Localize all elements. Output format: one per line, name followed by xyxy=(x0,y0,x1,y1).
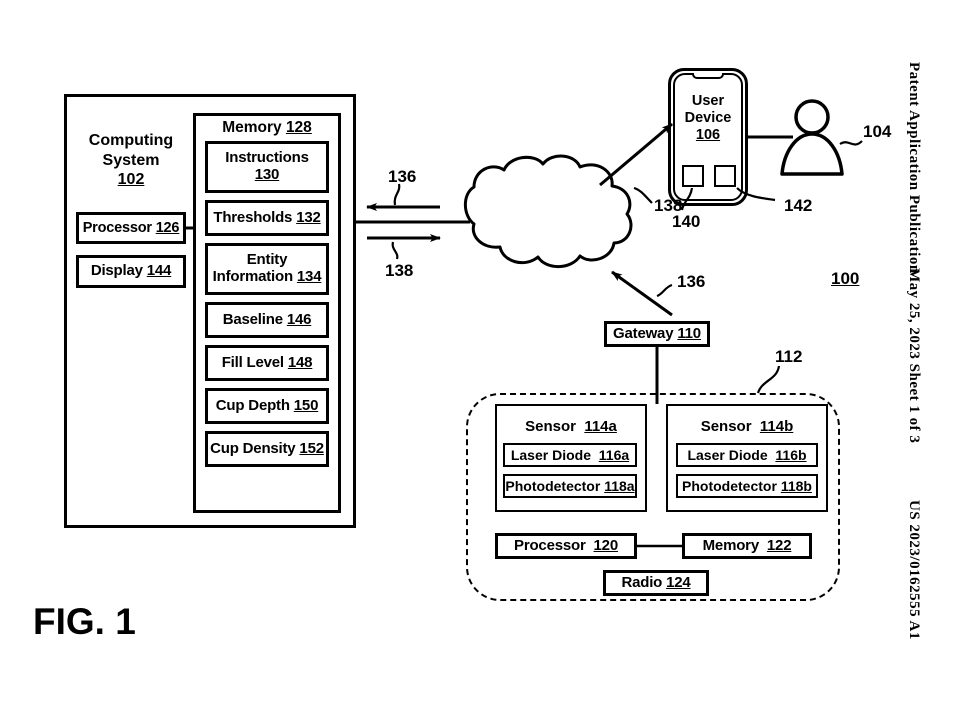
memory-item-entity-label-line1: Entity xyxy=(246,251,288,269)
memory-122-ref: 122 xyxy=(766,536,792,554)
memory-item-entity-ref: 134 xyxy=(296,268,322,285)
user-device-button-142[interactable] xyxy=(714,165,736,187)
laser-diode-116a-ref: 116a xyxy=(598,447,630,463)
photodetector-118a-ref: 118a xyxy=(604,478,635,494)
memory-128-title: Memory 128 xyxy=(193,119,341,137)
ref-100-system: 100 xyxy=(831,269,860,288)
sensor-114b-title: Sensor 114b xyxy=(666,418,828,435)
patent-number-header: US 2023/0162555 A1 xyxy=(906,500,922,640)
photodetector-118b-label: Photodetector xyxy=(682,478,777,494)
leader-112 xyxy=(756,365,781,394)
network-108-title: Network 108 xyxy=(440,212,640,230)
patent-figure-page: Patent Application Publication May 25, 2… xyxy=(0,0,977,704)
memory-item-cup-depth-ref: 150 xyxy=(293,396,319,414)
memory-item-baseline-ref: 146 xyxy=(286,310,312,328)
arrow-138-to-user-device xyxy=(599,122,673,187)
patent-publication-header: Patent Application Publication xyxy=(906,62,922,274)
memory-item-cup-depth: Cup Depth 150 xyxy=(205,388,329,424)
processor-120-ref: 120 xyxy=(593,536,619,554)
laser-diode-116b-box: Laser Diode 116b xyxy=(676,443,818,467)
ref-104-user: 104 xyxy=(863,122,892,141)
computing-system-title-line2: System xyxy=(102,151,160,169)
processor-120-label: Processor xyxy=(514,536,586,554)
laser-diode-116a-label: Laser Diode xyxy=(510,447,591,463)
memory-item-thresholds: Thresholds 132 xyxy=(205,200,329,236)
memory-item-thresholds-label: Thresholds xyxy=(213,208,293,226)
display-144-ref: 144 xyxy=(146,262,172,280)
ref-136-uplink: 136 xyxy=(388,167,417,186)
processor-120-box: Processor 120 xyxy=(495,533,637,559)
sensor-114a-label: Sensor xyxy=(525,418,576,435)
memory-item-cup-depth-label: Cup Depth xyxy=(215,396,290,414)
radio-124-box: Radio 124 xyxy=(603,570,709,596)
display-144-box: Display 144 xyxy=(76,255,186,288)
photodetector-118a-label: Photodetector xyxy=(505,478,601,494)
memory-128-label: Memory xyxy=(222,119,282,136)
memory-item-entity-label-line2: Information xyxy=(212,268,293,285)
user-device-button-140[interactable] xyxy=(682,165,704,187)
gateway-110-box: Gateway 110 xyxy=(604,321,710,347)
photodetector-118a-box: Photodetector 118a xyxy=(503,474,637,498)
memory-item-baseline: Baseline 146 xyxy=(205,302,329,338)
memory-item-instructions: Instructions 130 xyxy=(205,141,329,193)
ref-140-button: 140 xyxy=(672,212,701,231)
computing-system-title: Computing System 102 xyxy=(70,131,192,190)
sensor-114b-ref: 114b xyxy=(759,418,794,435)
memory-122-box: Memory 122 xyxy=(682,533,812,559)
user-device-notch-icon xyxy=(692,73,724,79)
patent-date-sheet-header: May 25, 2023 Sheet 1 of 3 xyxy=(906,268,922,444)
photodetector-118b-ref: 118b xyxy=(780,478,812,494)
photodetector-118b-box: Photodetector 118b xyxy=(676,474,818,498)
ref-112-sensor-group: 112 xyxy=(775,347,803,366)
figure-caption: FIG. 1 xyxy=(33,601,136,642)
user-head-icon xyxy=(794,99,830,135)
ref-142-button: 142 xyxy=(784,196,813,215)
processor-126-label: Processor xyxy=(82,219,152,236)
network-108-label: Network xyxy=(492,212,556,229)
display-144-label: Display xyxy=(90,262,143,280)
user-device-title-line1: User xyxy=(691,93,725,109)
ref-136-gateway-link: 136 xyxy=(677,272,706,291)
processor-126-box: Processor 126 xyxy=(76,212,186,244)
memory-128-ref: 128 xyxy=(285,119,312,136)
user-device-title-line2: Device xyxy=(684,110,732,127)
network-108-ref: 108 xyxy=(560,212,588,229)
radio-124-label: Radio xyxy=(621,573,663,591)
computing-system-title-line1: Computing xyxy=(88,132,174,149)
sensor-114b-label: Sensor xyxy=(700,418,752,435)
gateway-110-ref: 110 xyxy=(677,324,701,342)
user-device-title: User Device 106 xyxy=(673,93,743,144)
memory-item-instructions-ref: 130 xyxy=(254,166,280,183)
processor-126-ref: 126 xyxy=(155,219,180,236)
sensor-114a-title: Sensor 114a xyxy=(495,418,647,435)
user-device-ref: 106 xyxy=(695,127,721,144)
memory-item-fill-level-label: Fill Level xyxy=(221,353,284,371)
memory-item-cup-density: Cup Density 152 xyxy=(205,431,329,467)
radio-124-ref: 124 xyxy=(666,573,691,591)
memory-item-entity-information: Entity Information 134 xyxy=(205,243,329,295)
sensor-114a-ref: 114a xyxy=(584,418,617,435)
memory-item-fill-level: Fill Level 148 xyxy=(205,345,329,381)
user-body-icon xyxy=(780,132,844,176)
memory-item-thresholds-ref: 132 xyxy=(296,208,321,226)
laser-diode-116a-box: Laser Diode 116a xyxy=(503,443,637,467)
memory-item-fill-level-ref: 148 xyxy=(287,353,313,371)
laser-diode-116b-label: Laser Diode xyxy=(687,447,768,463)
memory-item-baseline-label: Baseline xyxy=(222,310,283,328)
arrow-136-to-network xyxy=(611,270,673,317)
memory-item-cup-density-ref: 152 xyxy=(299,439,324,457)
memory-122-label: Memory xyxy=(702,536,760,554)
ref-138-downlink: 138 xyxy=(385,261,414,280)
gateway-110-label: Gateway xyxy=(613,324,674,342)
memory-item-cup-density-label: Cup Density xyxy=(210,439,296,457)
memory-item-instructions-label: Instructions xyxy=(225,149,309,167)
computing-system-ref: 102 xyxy=(117,171,145,189)
laser-diode-116b-ref: 116b xyxy=(775,447,807,463)
